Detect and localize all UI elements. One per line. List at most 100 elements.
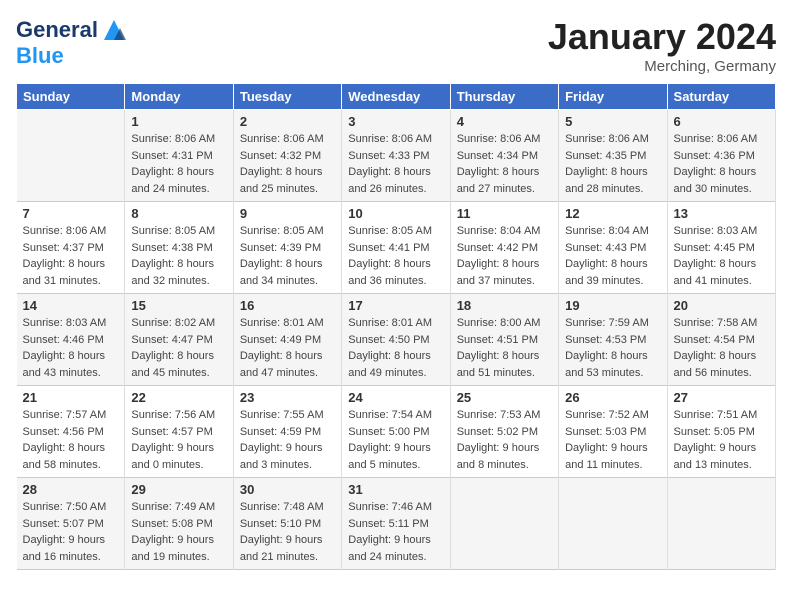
day-number: 21 bbox=[23, 390, 119, 405]
logo-icon bbox=[100, 16, 128, 44]
calendar-cell: 28 Sunrise: 7:50 AM Sunset: 5:07 PM Dayli… bbox=[17, 478, 125, 570]
calendar-cell: 18Sunrise: 8:00 AM Sunset: 4:51 PM Dayli… bbox=[450, 294, 558, 386]
day-info: Sunrise: 8:04 AM Sunset: 4:43 PM Dayligh… bbox=[565, 223, 660, 289]
week-row-5: 28 Sunrise: 7:50 AM Sunset: 5:07 PM Dayli… bbox=[17, 478, 776, 570]
day-info: Sunrise: 7:53 AM Sunset: 5:02 PM Dayligh… bbox=[457, 407, 552, 473]
day-info: Sunrise: 7:54 AM Sunset: 5:00 PM Dayligh… bbox=[348, 407, 443, 473]
day-info: Sunrise: 7:57 AM Sunset: 4:56 PM Dayligh… bbox=[23, 407, 119, 473]
day-info: Sunrise: 7:48 AM Sunset: 5:10 PM Dayligh… bbox=[240, 499, 335, 565]
day-info: Sunrise: 8:05 AM Sunset: 4:39 PM Dayligh… bbox=[240, 223, 335, 289]
day-info: Sunrise: 8:05 AM Sunset: 4:41 PM Dayligh… bbox=[348, 223, 443, 289]
day-info: Sunrise: 7:52 AM Sunset: 5:03 PM Dayligh… bbox=[565, 407, 660, 473]
day-number: 23 bbox=[240, 390, 335, 405]
day-number: 8 bbox=[131, 206, 226, 221]
calendar-cell: 15 Sunrise: 8:02 AM Sunset: 4:47 PM Dayli… bbox=[125, 294, 233, 386]
logo-text: General bbox=[16, 18, 98, 42]
calendar-cell: 9 Sunrise: 8:05 AM Sunset: 4:39 PM Daylig… bbox=[233, 202, 341, 294]
week-row-4: 21 Sunrise: 7:57 AM Sunset: 4:56 PM Dayli… bbox=[17, 386, 776, 478]
calendar-cell: 29 Sunrise: 7:49 AM Sunset: 5:08 PM Dayli… bbox=[125, 478, 233, 570]
day-number: 14 bbox=[23, 298, 119, 313]
day-info: Sunrise: 8:00 AM Sunset: 4:51 PM Dayligh… bbox=[457, 315, 552, 381]
week-row-3: 14 Sunrise: 8:03 AM Sunset: 4:46 PM Dayli… bbox=[17, 294, 776, 386]
day-info: Sunrise: 8:01 AM Sunset: 4:49 PM Dayligh… bbox=[240, 315, 335, 381]
logo-blue: Blue bbox=[16, 43, 64, 68]
calendar-cell: 3 Sunrise: 8:06 AM Sunset: 4:33 PM Daylig… bbox=[342, 110, 450, 202]
day-number: 30 bbox=[240, 482, 335, 497]
day-info: Sunrise: 8:06 AM Sunset: 4:35 PM Dayligh… bbox=[565, 131, 660, 197]
calendar-cell: 10Sunrise: 8:05 AM Sunset: 4:41 PM Dayli… bbox=[342, 202, 450, 294]
calendar-cell: 26 Sunrise: 7:52 AM Sunset: 5:03 PM Dayli… bbox=[559, 386, 667, 478]
day-number: 6 bbox=[674, 114, 769, 129]
header-day-friday: Friday bbox=[559, 84, 667, 110]
day-number: 13 bbox=[674, 206, 769, 221]
day-info: Sunrise: 8:06 AM Sunset: 4:37 PM Dayligh… bbox=[23, 223, 119, 289]
calendar-cell: 30 Sunrise: 7:48 AM Sunset: 5:10 PM Dayli… bbox=[233, 478, 341, 570]
calendar-cell: 25 Sunrise: 7:53 AM Sunset: 5:02 PM Dayli… bbox=[450, 386, 558, 478]
day-info: Sunrise: 7:46 AM Sunset: 5:11 PM Dayligh… bbox=[348, 499, 443, 565]
day-number: 15 bbox=[131, 298, 226, 313]
month-title: January 2024 bbox=[548, 16, 776, 58]
day-number: 26 bbox=[565, 390, 660, 405]
title-block: January 2024 Merching, Germany bbox=[548, 16, 776, 75]
day-info: Sunrise: 7:55 AM Sunset: 4:59 PM Dayligh… bbox=[240, 407, 335, 473]
calendar-cell bbox=[667, 478, 775, 570]
day-number: 4 bbox=[457, 114, 552, 129]
day-info: Sunrise: 8:04 AM Sunset: 4:42 PM Dayligh… bbox=[457, 223, 552, 289]
day-number: 17 bbox=[348, 298, 443, 313]
calendar-cell: 14 Sunrise: 8:03 AM Sunset: 4:46 PM Dayli… bbox=[17, 294, 125, 386]
calendar-cell: 1 Sunrise: 8:06 AM Sunset: 4:31 PM Daylig… bbox=[125, 110, 233, 202]
calendar-cell: 17 Sunrise: 8:01 AM Sunset: 4:50 PM Dayli… bbox=[342, 294, 450, 386]
calendar-cell: 13 Sunrise: 8:03 AM Sunset: 4:45 PM Dayli… bbox=[667, 202, 775, 294]
header-day-monday: Monday bbox=[125, 84, 233, 110]
day-number: 22 bbox=[131, 390, 226, 405]
day-info: Sunrise: 8:06 AM Sunset: 4:32 PM Dayligh… bbox=[240, 131, 335, 197]
day-info: Sunrise: 8:03 AM Sunset: 4:46 PM Dayligh… bbox=[23, 315, 119, 381]
calendar-cell: 16 Sunrise: 8:01 AM Sunset: 4:49 PM Dayli… bbox=[233, 294, 341, 386]
day-number: 29 bbox=[131, 482, 226, 497]
day-info: Sunrise: 8:06 AM Sunset: 4:36 PM Dayligh… bbox=[674, 131, 769, 197]
calendar-table: SundayMondayTuesdayWednesdayThursdayFrid… bbox=[16, 83, 776, 570]
day-number: 2 bbox=[240, 114, 335, 129]
calendar-cell bbox=[17, 110, 125, 202]
day-number: 11 bbox=[457, 206, 552, 221]
calendar-cell: 21 Sunrise: 7:57 AM Sunset: 4:56 PM Dayli… bbox=[17, 386, 125, 478]
day-number: 1 bbox=[131, 114, 226, 129]
calendar-cell: 5 Sunrise: 8:06 AM Sunset: 4:35 PM Daylig… bbox=[559, 110, 667, 202]
day-info: Sunrise: 7:56 AM Sunset: 4:57 PM Dayligh… bbox=[131, 407, 226, 473]
day-info: Sunrise: 7:50 AM Sunset: 5:07 PM Dayligh… bbox=[23, 499, 119, 565]
calendar-cell: 31Sunrise: 7:46 AM Sunset: 5:11 PM Dayli… bbox=[342, 478, 450, 570]
day-number: 28 bbox=[23, 482, 119, 497]
header-day-tuesday: Tuesday bbox=[233, 84, 341, 110]
day-number: 25 bbox=[457, 390, 552, 405]
day-info: Sunrise: 8:06 AM Sunset: 4:33 PM Dayligh… bbox=[348, 131, 443, 197]
day-info: Sunrise: 7:59 AM Sunset: 4:53 PM Dayligh… bbox=[565, 315, 660, 381]
header-day-wednesday: Wednesday bbox=[342, 84, 450, 110]
calendar-cell: 6 Sunrise: 8:06 AM Sunset: 4:36 PM Daylig… bbox=[667, 110, 775, 202]
day-info: Sunrise: 8:02 AM Sunset: 4:47 PM Dayligh… bbox=[131, 315, 226, 381]
header-day-sunday: Sunday bbox=[17, 84, 125, 110]
calendar-cell: 7 Sunrise: 8:06 AM Sunset: 4:37 PM Daylig… bbox=[17, 202, 125, 294]
day-number: 24 bbox=[348, 390, 443, 405]
calendar-cell: 20 Sunrise: 7:58 AM Sunset: 4:54 PM Dayli… bbox=[667, 294, 775, 386]
day-number: 9 bbox=[240, 206, 335, 221]
day-number: 5 bbox=[565, 114, 660, 129]
calendar-header-row: SundayMondayTuesdayWednesdayThursdayFrid… bbox=[17, 84, 776, 110]
calendar-cell: 12 Sunrise: 8:04 AM Sunset: 4:43 PM Dayli… bbox=[559, 202, 667, 294]
day-info: Sunrise: 8:03 AM Sunset: 4:45 PM Dayligh… bbox=[674, 223, 769, 289]
calendar-cell: 8 Sunrise: 8:05 AM Sunset: 4:38 PM Daylig… bbox=[125, 202, 233, 294]
calendar-cell: 2 Sunrise: 8:06 AM Sunset: 4:32 PM Daylig… bbox=[233, 110, 341, 202]
day-number: 27 bbox=[674, 390, 769, 405]
day-number: 7 bbox=[23, 206, 119, 221]
day-info: Sunrise: 7:49 AM Sunset: 5:08 PM Dayligh… bbox=[131, 499, 226, 565]
calendar-cell: 19Sunrise: 7:59 AM Sunset: 4:53 PM Dayli… bbox=[559, 294, 667, 386]
day-info: Sunrise: 8:06 AM Sunset: 4:31 PM Dayligh… bbox=[131, 131, 226, 197]
calendar-cell: 23 Sunrise: 7:55 AM Sunset: 4:59 PM Dayli… bbox=[233, 386, 341, 478]
day-number: 12 bbox=[565, 206, 660, 221]
day-info: Sunrise: 7:58 AM Sunset: 4:54 PM Dayligh… bbox=[674, 315, 769, 381]
day-number: 3 bbox=[348, 114, 443, 129]
day-number: 16 bbox=[240, 298, 335, 313]
day-number: 20 bbox=[674, 298, 769, 313]
calendar-cell bbox=[450, 478, 558, 570]
day-info: Sunrise: 8:01 AM Sunset: 4:50 PM Dayligh… bbox=[348, 315, 443, 381]
day-info: Sunrise: 8:05 AM Sunset: 4:38 PM Dayligh… bbox=[131, 223, 226, 289]
